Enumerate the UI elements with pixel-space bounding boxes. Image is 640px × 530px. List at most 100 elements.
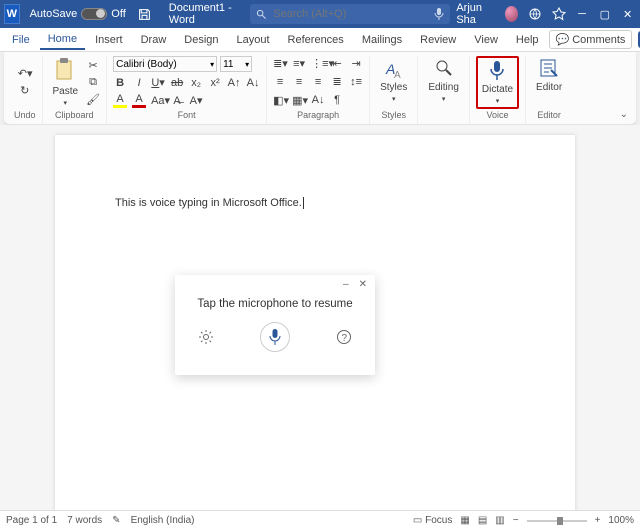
decrease-indent-icon[interactable]: ⇤	[330, 57, 344, 70]
toggle-off-icon[interactable]	[81, 8, 107, 20]
clear-format-icon[interactable]: A̶	[170, 95, 184, 107]
font-size-select[interactable]: 11▾	[220, 56, 252, 72]
increase-indent-icon[interactable]: ⇥	[349, 57, 363, 70]
dictate-message: Tap the microphone to resume	[175, 298, 375, 310]
highlight-icon[interactable]: A	[113, 93, 127, 108]
spellcheck-icon[interactable]: ✎	[112, 515, 120, 526]
tab-view[interactable]: View	[466, 31, 506, 49]
bullets-icon[interactable]: ≣▾	[273, 57, 287, 70]
user-name[interactable]: Arjun Sha	[456, 2, 495, 26]
font-color-icon[interactable]: A	[132, 93, 146, 108]
tab-home[interactable]: Home	[40, 30, 85, 50]
borders-icon[interactable]: ▦▾	[292, 94, 306, 107]
group-voice: Dictate▾ Voice	[470, 56, 526, 124]
minimize-button[interactable]: ─	[576, 8, 589, 20]
zoom-slider[interactable]	[527, 520, 587, 522]
sort-icon[interactable]: A↓	[311, 94, 325, 106]
user-avatar-icon[interactable]	[505, 6, 518, 22]
mic-icon[interactable]	[434, 8, 444, 20]
tab-file[interactable]: File	[4, 31, 38, 49]
text-effects-icon[interactable]: A▾	[189, 94, 203, 107]
tab-help[interactable]: Help	[508, 31, 547, 49]
shading-icon[interactable]: ◧▾	[273, 94, 287, 107]
align-center-icon[interactable]: ≡	[292, 76, 306, 88]
tab-design[interactable]: Design	[176, 31, 226, 49]
format-painter-icon[interactable]: 🖌	[86, 93, 100, 106]
grow-font-icon[interactable]: A↑	[227, 77, 241, 89]
close-button[interactable]: ✕	[621, 8, 634, 21]
group-clipboard: Paste ▾ ✂ ⧉ 🖌 Clipboard	[43, 56, 108, 124]
find-icon	[434, 58, 454, 80]
web-icon[interactable]	[528, 7, 542, 21]
group-font: Calibri (Body)▾ 11▾ B I U▾ ab x₂ x² A↑ A…	[107, 56, 267, 124]
maximize-button[interactable]: ▢	[598, 8, 611, 21]
tab-review[interactable]: Review	[412, 31, 464, 49]
minimize-panel-icon[interactable]: –	[343, 279, 349, 290]
dictate-panel: – ✕ Tap the microphone to resume ?	[175, 275, 375, 375]
styles-button[interactable]: AA Styles▾	[376, 56, 411, 105]
coming-soon-icon[interactable]	[552, 7, 566, 21]
group-label: Voice	[486, 108, 508, 122]
zoom-level[interactable]: 100%	[608, 515, 634, 526]
align-left-icon[interactable]: ≡	[273, 76, 287, 88]
tab-layout[interactable]: Layout	[229, 31, 278, 49]
quick-access-toolbar	[132, 8, 157, 21]
document-text[interactable]: This is voice typing in Microsoft Office…	[115, 197, 304, 209]
italic-icon[interactable]: I	[132, 77, 146, 89]
zoom-out-icon[interactable]: −	[513, 515, 519, 526]
page[interactable]: This is voice typing in Microsoft Office…	[55, 135, 575, 525]
zoom-in-icon[interactable]: +	[595, 515, 601, 526]
ribbon: ↶▾ ↻ Undo Paste ▾ ✂ ⧉ 🖌 Clipboard Calibr…	[4, 52, 636, 125]
multilevel-icon[interactable]: ⋮≡▾	[311, 57, 325, 70]
align-right-icon[interactable]: ≡	[311, 76, 325, 88]
dictate-mic-button[interactable]	[260, 322, 290, 352]
document-title: Document1 - Word	[157, 2, 251, 26]
editor-icon	[539, 58, 559, 80]
svg-text:A: A	[394, 70, 401, 80]
font-name-select[interactable]: Calibri (Body)▾	[113, 56, 217, 72]
tab-insert[interactable]: Insert	[87, 31, 131, 49]
tab-references[interactable]: References	[280, 31, 352, 49]
print-layout-icon[interactable]: ▤	[478, 515, 487, 526]
read-mode-icon[interactable]: ▦	[460, 515, 469, 526]
redo-icon[interactable]: ↻	[18, 84, 32, 97]
change-case-icon[interactable]: Aa▾	[151, 94, 165, 107]
search-input[interactable]	[273, 8, 428, 20]
autosave-toggle[interactable]: AutoSave Off	[24, 8, 132, 20]
dictate-help-icon[interactable]: ?	[336, 329, 352, 345]
superscript-icon[interactable]: x²	[208, 77, 222, 89]
language[interactable]: English (India)	[131, 515, 195, 526]
underline-icon[interactable]: U▾	[151, 76, 165, 89]
show-marks-icon[interactable]: ¶	[330, 94, 344, 106]
collapse-ribbon-icon[interactable]: ⌄	[620, 109, 628, 120]
group-label: Paragraph	[297, 108, 339, 122]
comments-button[interactable]: 💬 Comments	[549, 30, 633, 49]
group-paragraph: ≣▾ ≡▾ ⋮≡▾ ⇤ ⇥ ≡ ≡ ≡ ≣ ↕≡ ◧▾ ▦▾ A↓ ¶ Para…	[267, 56, 370, 124]
group-label: Clipboard	[55, 108, 94, 122]
paste-icon	[54, 58, 76, 84]
subscript-icon[interactable]: x₂	[189, 77, 203, 89]
dictate-button[interactable]: Dictate▾	[476, 56, 519, 109]
bold-icon[interactable]: B	[113, 77, 127, 89]
focus-mode[interactable]: ▭ Focus	[413, 515, 452, 526]
tab-draw[interactable]: Draw	[133, 31, 175, 49]
cut-icon[interactable]: ✂	[86, 59, 100, 72]
shrink-font-icon[interactable]: A↓	[246, 77, 260, 89]
copy-icon[interactable]: ⧉	[86, 76, 100, 89]
paste-button[interactable]: Paste ▾	[49, 56, 83, 109]
close-panel-icon[interactable]: ✕	[359, 279, 367, 290]
tab-mailings[interactable]: Mailings	[354, 31, 410, 49]
web-layout-icon[interactable]: ▥	[495, 515, 504, 526]
line-spacing-icon[interactable]: ↕≡	[349, 76, 363, 88]
numbering-icon[interactable]: ≡▾	[292, 57, 306, 70]
strikethrough-icon[interactable]: ab	[170, 77, 184, 89]
word-count[interactable]: 7 words	[67, 515, 102, 526]
editor-button[interactable]: Editor	[532, 56, 566, 95]
editing-button[interactable]: Editing▾	[424, 56, 463, 105]
undo-icon[interactable]: ↶▾	[18, 67, 32, 80]
search-box[interactable]	[250, 4, 450, 24]
save-icon[interactable]	[138, 8, 151, 21]
dictate-settings-icon[interactable]	[198, 329, 214, 345]
page-number[interactable]: Page 1 of 1	[6, 515, 57, 526]
justify-icon[interactable]: ≣	[330, 75, 344, 88]
